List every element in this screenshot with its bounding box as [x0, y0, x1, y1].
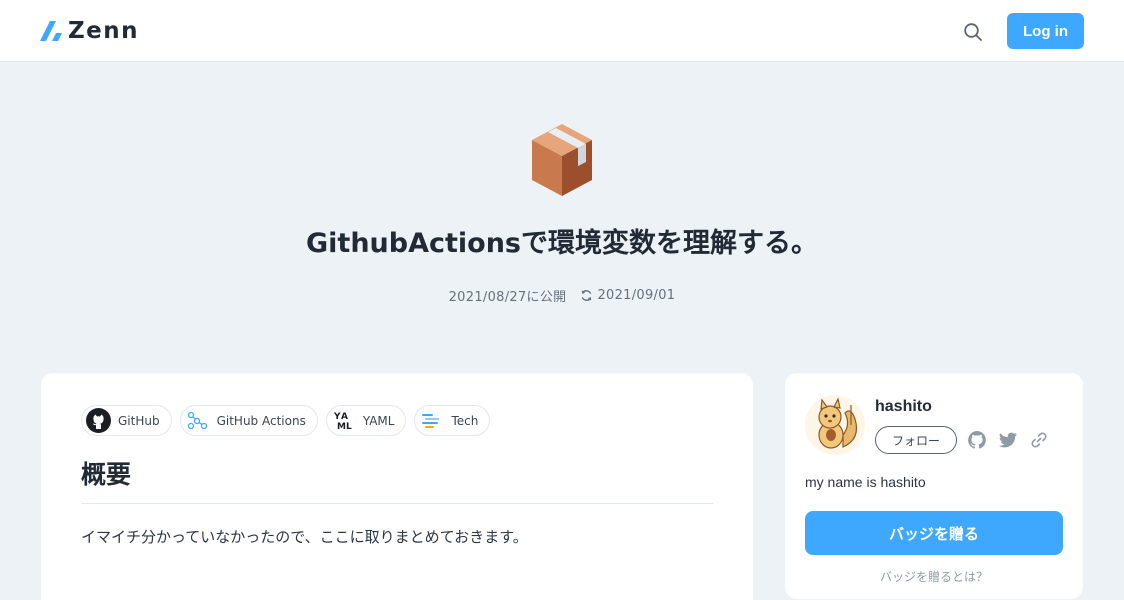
article-paragraph: イマイチ分かっていなかったので、ここに取りまとめておきます。 — [81, 528, 528, 546]
svg-text:ML: ML — [337, 422, 352, 432]
logo-text: Zenn — [68, 18, 140, 44]
section-heading: 概要 — [81, 457, 713, 504]
github-actions-icon — [185, 408, 210, 433]
topic-tech[interactable]: Tech — [414, 405, 491, 436]
badge-help-link[interactable]: バッジを贈るとは？ — [785, 568, 1083, 585]
author-name[interactable]: hashito — [875, 398, 932, 416]
refresh-icon — [582, 290, 592, 301]
github-link[interactable] — [967, 429, 987, 451]
send-badge-button[interactable]: バッジを贈る — [805, 511, 1063, 555]
article-title: GithubActionsで環境変数を理解する。 — [306, 228, 818, 259]
search-icon — [964, 23, 982, 41]
published-date: 2021/08/27に公開 — [448, 290, 567, 305]
topic-github[interactable]: GitHub — [81, 405, 172, 436]
website-link[interactable] — [1029, 429, 1049, 451]
topic-label: GitHub — [118, 413, 160, 428]
package-box-icon — [532, 124, 592, 196]
squirrel-avatar-icon — [805, 395, 865, 455]
svg-text:A: A — [341, 412, 348, 422]
topic-label: GitHub Actions — [216, 413, 306, 428]
topic-list: GitHub GitHub Actions Y A ML YAML Tech — [81, 405, 491, 436]
updated-date-text: 2021/09/01 — [597, 288, 676, 303]
article-emoji — [530, 122, 594, 198]
search-button[interactable] — [960, 19, 986, 45]
github-icon — [86, 408, 111, 433]
twitter-icon — [998, 432, 1017, 448]
author-avatar[interactable] — [805, 395, 865, 455]
login-button[interactable]: Log in — [1007, 13, 1084, 49]
topic-label: Tech — [451, 413, 479, 428]
yaml-icon: Y A ML — [331, 408, 356, 433]
author-bio: my name is hashito — [805, 474, 926, 490]
link-icon — [1031, 432, 1047, 448]
topic-label: YAML — [362, 413, 395, 428]
follow-button[interactable]: フォロー — [875, 426, 957, 454]
zenn-logo-icon — [40, 21, 62, 41]
topic-github-actions[interactable]: GitHub Actions — [179, 405, 318, 436]
site-header: Zenn Log in — [0, 0, 1124, 62]
article-content-card: GitHub GitHub Actions Y A ML YAML Tech 概… — [41, 373, 753, 600]
author-card: hashito フォロー my name is hashito バッジを贈る バ… — [785, 373, 1083, 599]
updated-date: 2021/09/01 — [580, 288, 675, 303]
social-links — [967, 429, 1049, 451]
topic-yaml[interactable]: Y A ML YAML — [325, 405, 407, 436]
twitter-link[interactable] — [998, 429, 1018, 451]
github-icon — [968, 431, 986, 449]
zenn-logo[interactable]: Zenn — [40, 18, 139, 44]
svg-text:Y: Y — [333, 412, 341, 422]
article-dates: 2021/08/27に公開 2021/09/01 — [0, 286, 1124, 305]
tech-icon — [419, 408, 444, 433]
